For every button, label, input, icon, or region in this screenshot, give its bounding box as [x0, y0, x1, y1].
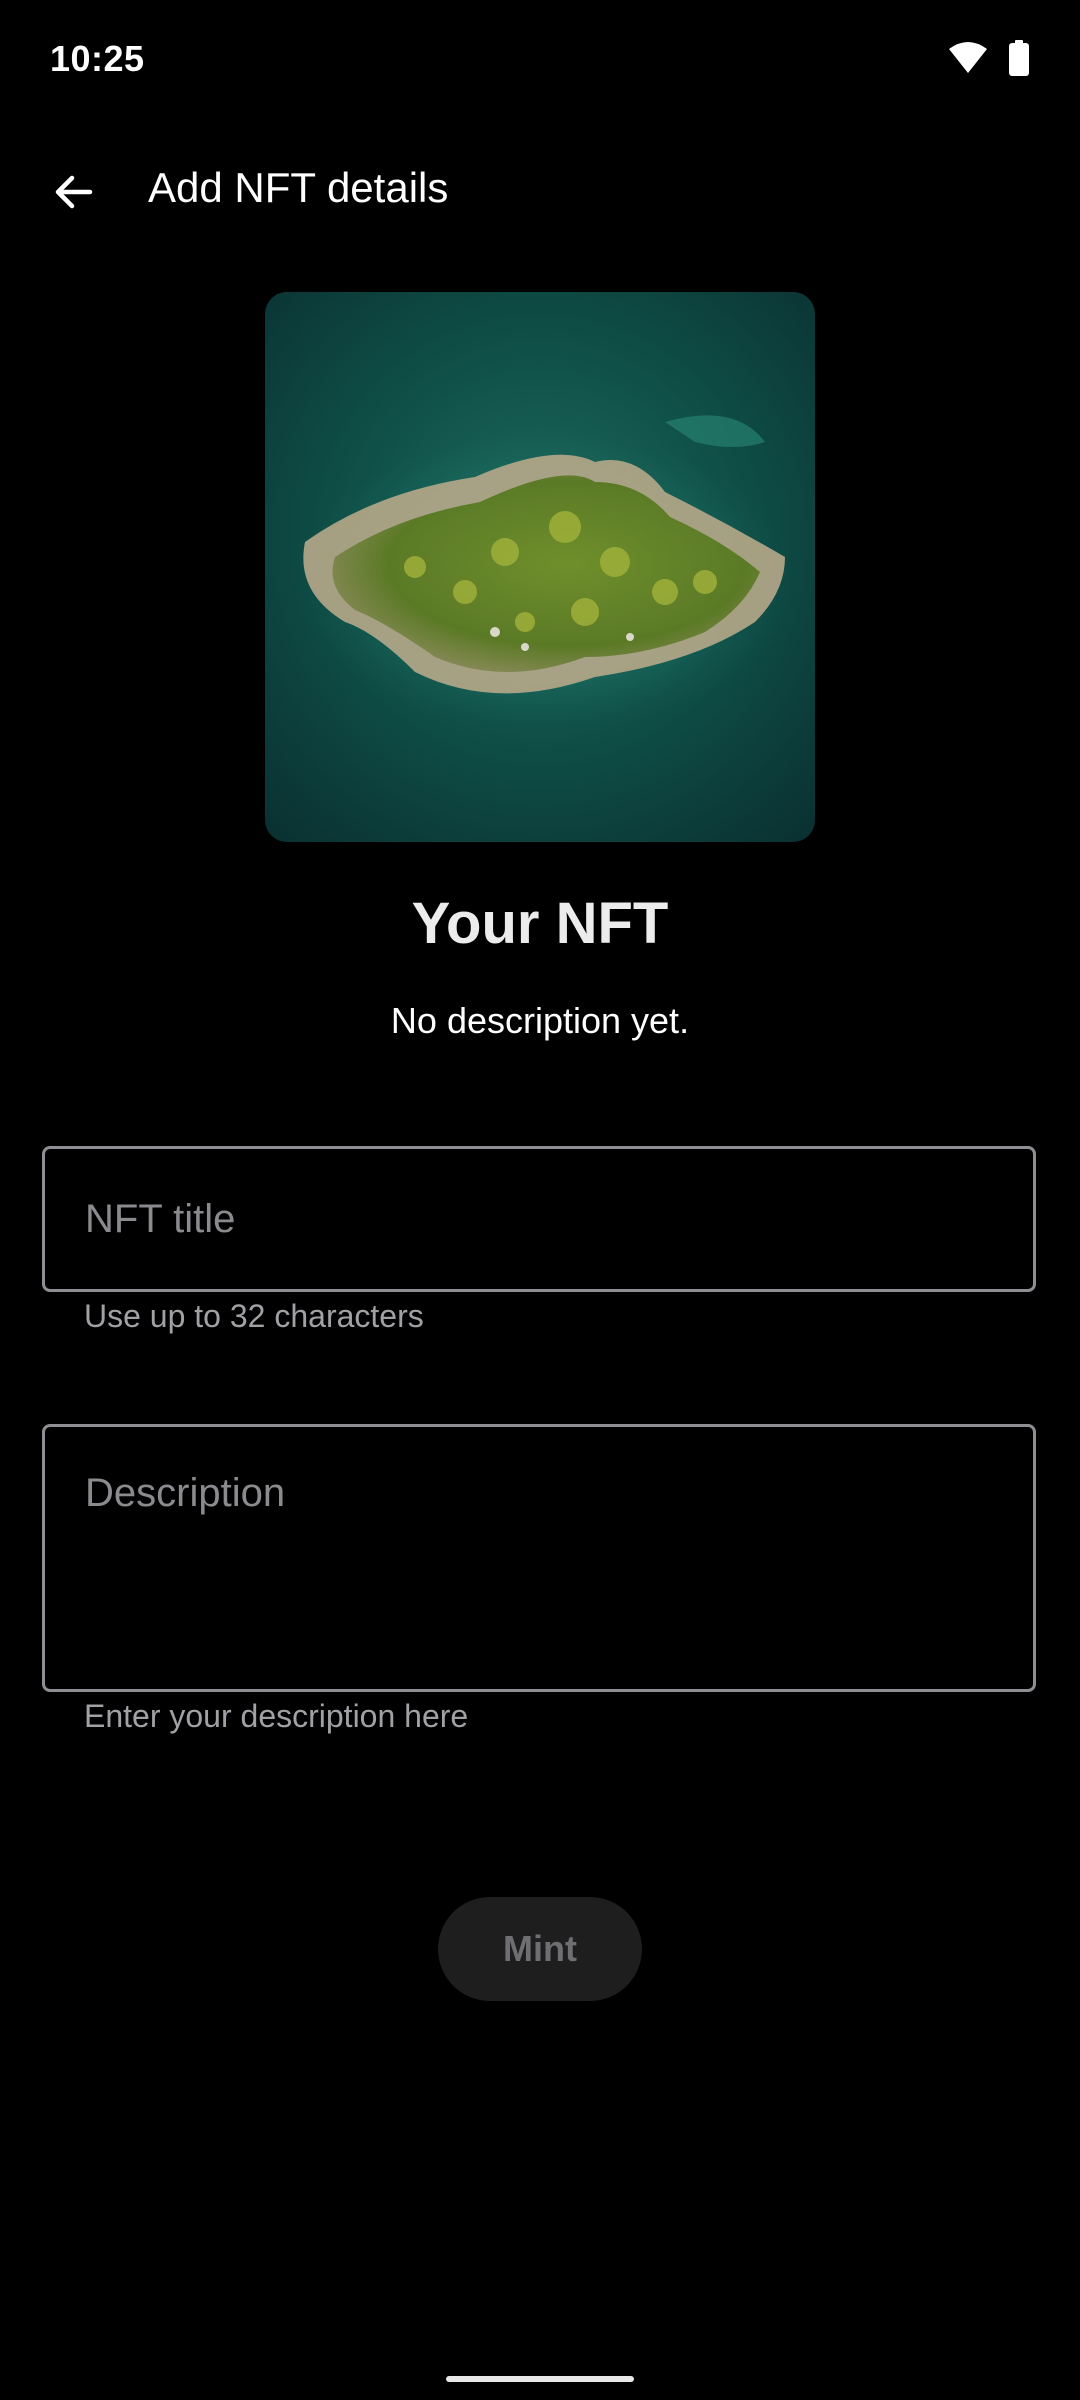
nft-title-input[interactable] — [45, 1149, 1033, 1289]
gesture-nav-bar[interactable] — [446, 2376, 634, 2382]
nft-title-field[interactable] — [42, 1146, 1036, 1292]
description-field[interactable] — [42, 1424, 1036, 1692]
description-helper: Enter your description here — [84, 1698, 469, 1734]
nft-description-preview: No description yet. — [390, 1000, 690, 1041]
app-bar: Add NFT details — [0, 130, 1080, 245]
arrow-back-icon — [50, 168, 98, 221]
wifi-icon — [948, 41, 988, 80]
nft-title-preview: Your NFT — [411, 891, 669, 956]
status-icons — [948, 40, 1030, 81]
battery-icon — [1008, 40, 1030, 81]
status-bar: 10:25 — [0, 0, 1080, 120]
back-button[interactable] — [30, 150, 118, 238]
status-time: 10:25 — [50, 38, 145, 79]
mint-button[interactable]: Mint — [438, 1897, 642, 2001]
nft-preview-image — [265, 292, 815, 842]
page-title: Add NFT details — [148, 164, 449, 211]
description-input[interactable] — [45, 1427, 1033, 1689]
nft-title-helper: Use up to 32 characters — [84, 1298, 424, 1334]
